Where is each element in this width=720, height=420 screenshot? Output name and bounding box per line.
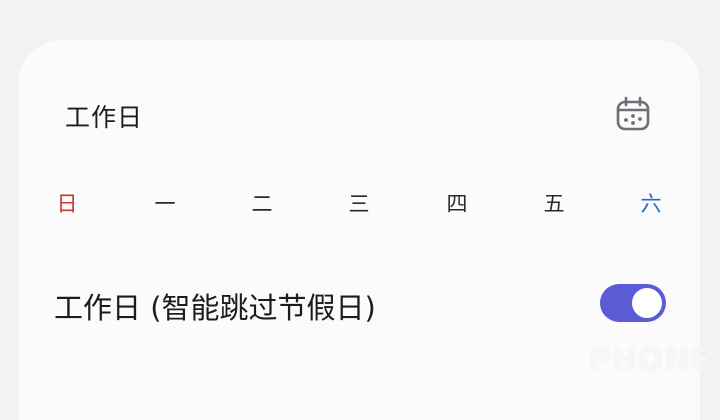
weekday-thursday[interactable]: 四 (437, 188, 477, 218)
weekday-sunday[interactable]: 日 (47, 188, 87, 218)
weekday-wednesday[interactable]: 三 (339, 188, 379, 218)
weekday-saturday[interactable]: 六 (631, 188, 671, 218)
watermark-logo: PHONE (588, 343, 712, 378)
weekday-monday[interactable]: 一 (145, 188, 185, 218)
calendar-icon[interactable] (615, 96, 651, 132)
weekday-friday[interactable]: 五 (534, 188, 574, 218)
section-title: 工作日 (65, 103, 144, 132)
weekday-tuesday[interactable]: 二 (242, 188, 282, 218)
weekday-selector: 日 一 二 三 四 五 六 (18, 188, 700, 218)
workday-toggle[interactable] (600, 284, 666, 322)
toggle-knob (632, 288, 662, 318)
workday-setting-label: 工作日 (智能跳过节假日) (54, 291, 376, 325)
